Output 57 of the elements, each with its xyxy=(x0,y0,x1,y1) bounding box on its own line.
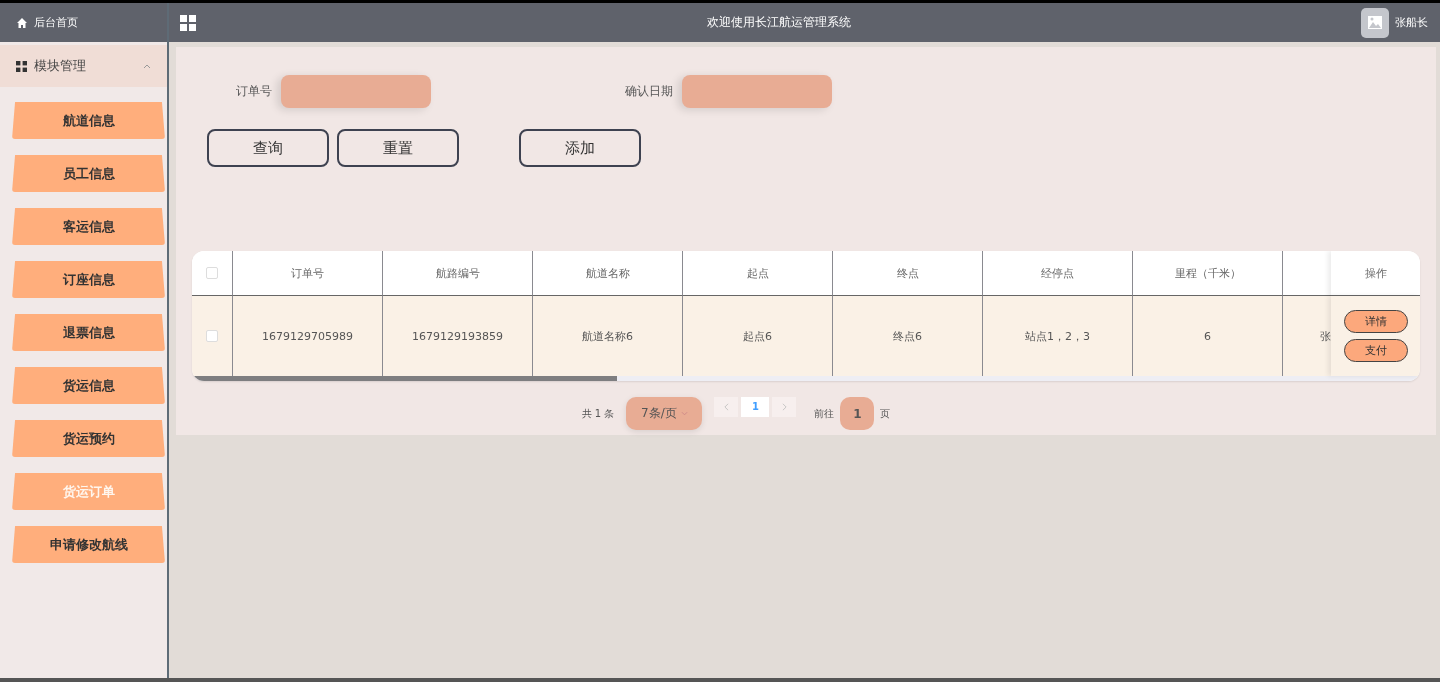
add-button[interactable]: 添加 xyxy=(519,129,641,167)
caret-icon xyxy=(680,411,688,416)
table-cell: 起点6 xyxy=(683,296,833,376)
row-action-button[interactable]: 详情 xyxy=(1343,310,1408,333)
menu-group-label: 模块管理 xyxy=(34,57,87,75)
column-header: 里程（千米） xyxy=(1133,251,1283,296)
previous-page-button[interactable] xyxy=(714,396,739,417)
field-label: 确认日期 xyxy=(625,83,673,100)
page-input[interactable]: 1 xyxy=(840,397,875,430)
menu-item[interactable]: 申请修改航线 xyxy=(12,526,165,563)
column-header: 操作 xyxy=(1331,251,1420,296)
menu-group[interactable]: 模块管理 xyxy=(0,45,167,87)
scrollbar-thumb[interactable] xyxy=(192,376,617,381)
next-page-button[interactable] xyxy=(772,396,797,417)
column-header: 终点 xyxy=(833,251,983,296)
avatar-icon[interactable] xyxy=(1361,7,1389,38)
input-field[interactable] xyxy=(682,75,832,108)
page-title: 欢迎使用长江航运管理系统 xyxy=(705,14,852,31)
home-icon xyxy=(16,16,28,29)
total-count: 共 1 条 xyxy=(581,406,615,421)
table-cell: 6 xyxy=(1133,296,1283,376)
page-suffix: 页 xyxy=(880,406,891,421)
grid-icon xyxy=(16,60,27,72)
input-field[interactable] xyxy=(281,75,431,108)
menu-item[interactable]: 货运信息 xyxy=(12,367,165,404)
table-cell: 1679129705989 xyxy=(233,296,383,376)
checkbox[interactable] xyxy=(206,330,218,342)
home-link[interactable]: 后台首页 xyxy=(16,15,78,30)
page-size-select[interactable]: 7条/页 xyxy=(626,397,703,430)
column-header: 订单号 xyxy=(233,251,383,296)
menu-item[interactable]: 客运信息 xyxy=(12,208,165,245)
action-button[interactable]: 重置 xyxy=(337,129,459,167)
chevron-left-icon xyxy=(723,402,729,411)
column-header: 航路编号 xyxy=(383,251,533,296)
row-action-button[interactable]: 支付 xyxy=(1343,339,1408,362)
menu-item[interactable]: 货运预约 xyxy=(12,420,165,457)
table-cell: 1679129193859 xyxy=(383,296,533,376)
menu-item[interactable]: 退票信息 xyxy=(12,314,165,351)
chevron-icon xyxy=(143,63,151,69)
column-header: 经停点 xyxy=(983,251,1133,296)
user-name[interactable]: 张船长 xyxy=(1395,15,1428,30)
chevron-right-icon xyxy=(781,402,787,411)
menu-item[interactable]: 员工信息 xyxy=(12,155,165,192)
table-cell: 终点6 xyxy=(833,296,983,376)
action-button[interactable]: 查询 xyxy=(207,129,329,167)
field-label: 订单号 xyxy=(236,83,272,100)
table-cell: 航道名称6 xyxy=(533,296,683,376)
column-header: 起点 xyxy=(683,251,833,296)
menu-item[interactable]: 订座信息 xyxy=(12,261,165,298)
goto-label: 前往 xyxy=(814,406,835,421)
grid-icon[interactable] xyxy=(180,14,196,31)
table-cell: 站点1，2，3 xyxy=(983,296,1133,376)
table-cell: 张 xyxy=(1283,296,1331,376)
menu-item[interactable]: 航道信息 xyxy=(12,102,165,139)
column-header: 航道名称 xyxy=(533,251,683,296)
checkbox[interactable] xyxy=(206,267,218,279)
column-header xyxy=(1283,251,1331,296)
